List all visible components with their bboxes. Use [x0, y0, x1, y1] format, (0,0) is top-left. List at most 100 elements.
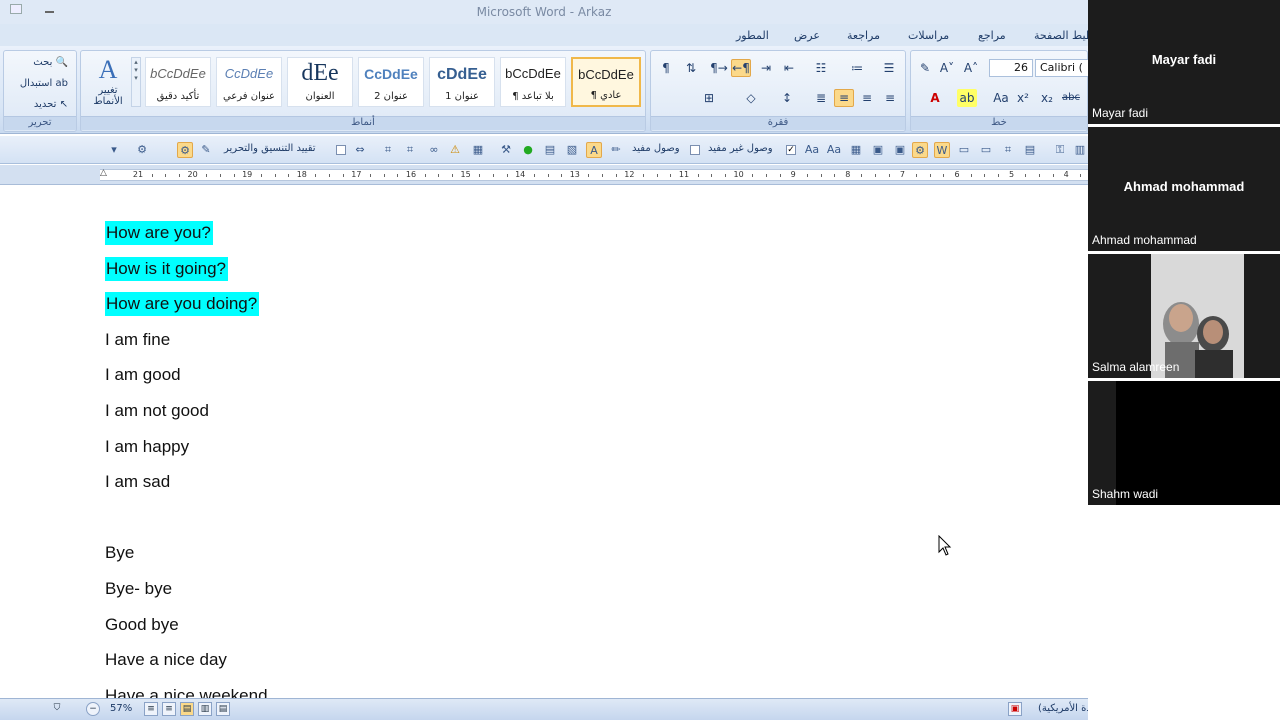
- word-icon[interactable]: W: [934, 142, 950, 158]
- text-line[interactable]: I am good: [105, 363, 181, 387]
- link-icon[interactable]: ∞: [426, 142, 442, 158]
- style-normal[interactable]: bCcDdEe ¶ عادي: [571, 57, 641, 107]
- style-subtle-emphasis[interactable]: bCcDdEe تأكيد دقيق: [145, 57, 211, 107]
- text-line[interactable]: Bye- bye: [105, 577, 172, 601]
- quick-style-icon[interactable]: ⚙: [134, 142, 150, 158]
- participant-tile[interactable]: Shahm wadi: [1088, 381, 1280, 505]
- protect-icon[interactable]: ✎: [198, 142, 214, 158]
- compare-icon[interactable]: ⇔: [352, 142, 368, 158]
- non-useful-link-label[interactable]: وصول غير مفيد: [708, 143, 773, 154]
- window-icon[interactable]: ▤: [1022, 142, 1038, 158]
- globe-icon[interactable]: ●: [520, 142, 536, 158]
- restrict-checkbox[interactable]: [336, 145, 346, 155]
- tab-view[interactable]: عرض: [794, 29, 820, 42]
- non-useful-link-checkbox[interactable]: ✓: [786, 145, 796, 155]
- font-aa2-icon[interactable]: Aa: [826, 142, 842, 158]
- grow-font-icon[interactable]: A˄: [961, 59, 981, 77]
- lock-icon[interactable]: ⚿: [1052, 142, 1068, 158]
- grid-icon[interactable]: ▦: [848, 142, 864, 158]
- doc-icon[interactable]: ▣: [870, 142, 886, 158]
- tab-mailings[interactable]: مراسلات: [908, 29, 949, 42]
- macro-icon[interactable]: ▣: [1008, 702, 1022, 716]
- font-size-field[interactable]: 26: [989, 59, 1033, 77]
- frame2-icon[interactable]: ⌗: [402, 142, 418, 158]
- center-icon[interactable]: ≡: [857, 89, 877, 107]
- style-no-spacing[interactable]: bCcDdEe ¶ بلا تباعد: [500, 57, 566, 107]
- text-line[interactable]: Bye: [105, 541, 134, 565]
- restrict-editing-label[interactable]: تقييد التنسيق والتحرير: [224, 143, 316, 154]
- font-name-field[interactable]: Calibri (: [1035, 59, 1091, 77]
- style-heading-1[interactable]: cDdEe عنوان 1: [429, 57, 495, 107]
- document-page[interactable]: How are you? How is it going? How are you …: [0, 186, 1088, 698]
- indent-marker-icon[interactable]: △: [100, 168, 107, 178]
- table-icon[interactable]: ▤: [542, 142, 558, 158]
- styles-scroll[interactable]: ▴ ▾ ▾: [131, 57, 141, 107]
- frame-icon[interactable]: ⌗: [380, 142, 396, 158]
- pencil-icon[interactable]: ✏: [608, 142, 624, 158]
- zoom-level[interactable]: 57%: [110, 703, 132, 714]
- justify-icon[interactable]: ≣: [811, 89, 831, 107]
- crop-icon[interactable]: ⌗: [1000, 142, 1016, 158]
- settings-icon[interactable]: ⚙: [912, 142, 928, 158]
- layout-icon[interactable]: ▭: [956, 142, 972, 158]
- layout2-icon[interactable]: ▭: [978, 142, 994, 158]
- text-line[interactable]: Good bye: [105, 613, 179, 637]
- highlight-icon[interactable]: ab: [957, 89, 977, 107]
- change-case-icon[interactable]: Aa: [991, 89, 1011, 107]
- text-effect-icon[interactable]: A: [586, 142, 602, 158]
- align-right-icon[interactable]: ≡: [834, 89, 854, 107]
- font-aa-icon[interactable]: Aa: [804, 142, 820, 158]
- line-spacing-icon[interactable]: ↕: [777, 89, 797, 107]
- highlighted-text-line[interactable]: How are you doing?: [105, 292, 260, 317]
- participant-tile[interactable]: Salma alamreen: [1088, 254, 1280, 378]
- text-line[interactable]: I am fine: [105, 328, 170, 352]
- subscript-icon[interactable]: x₂: [1037, 89, 1057, 107]
- rtl-icon[interactable]: ←¶: [731, 59, 751, 77]
- participant-tile[interactable]: Mayar fadi Mayar fadi: [1088, 0, 1280, 124]
- view-outline-icon[interactable]: ≡: [162, 702, 176, 716]
- bullets-icon[interactable]: ☰: [879, 59, 899, 77]
- highlighted-text-line[interactable]: How is it going?: [105, 256, 229, 281]
- select-button[interactable]: تحديد ↖: [34, 99, 68, 110]
- zoom-out-icon[interactable]: −: [86, 702, 100, 716]
- paste-icon[interactable]: ▥: [1072, 142, 1088, 158]
- clear-format-icon[interactable]: ✎: [915, 59, 935, 77]
- ltr-icon[interactable]: ¶→: [709, 59, 729, 77]
- toolbar-options-icon[interactable]: ▾: [106, 142, 122, 158]
- superscript-icon[interactable]: x²: [1013, 89, 1033, 107]
- text-line[interactable]: I am not good: [105, 399, 209, 423]
- find-button[interactable]: بحث 🔍: [33, 57, 68, 68]
- text-line[interactable]: I am happy: [105, 435, 189, 459]
- style-subtitle[interactable]: CcDdEe عنوان فرعي: [216, 57, 282, 107]
- style-title[interactable]: dEe العنوان: [287, 57, 353, 107]
- tab-references[interactable]: مراجع: [978, 29, 1006, 42]
- highlighted-text-line[interactable]: How are you?: [105, 221, 213, 245]
- borders-icon[interactable]: ⊞: [699, 89, 719, 107]
- view-reading-icon[interactable]: ▥: [198, 702, 212, 716]
- text-line[interactable]: Have a nice day: [105, 648, 227, 672]
- replace-button[interactable]: استبدال ab: [20, 78, 68, 89]
- decrease-indent-icon[interactable]: ⇤: [779, 59, 799, 77]
- align-left-icon[interactable]: ≡: [880, 89, 900, 107]
- strikethrough-icon[interactable]: abc: [1061, 89, 1081, 107]
- text-line[interactable]: Have a nice weekend: [105, 684, 268, 698]
- useful-link-checkbox[interactable]: [690, 145, 700, 155]
- sheet-icon[interactable]: ▦: [470, 142, 486, 158]
- tab-developer[interactable]: المطور: [736, 29, 769, 42]
- shading-icon[interactable]: ◇: [741, 89, 761, 107]
- numbering-icon[interactable]: ≔: [847, 59, 867, 77]
- view-web-icon[interactable]: ▤: [180, 702, 194, 716]
- research-icon[interactable]: ⚙: [177, 142, 193, 158]
- participant-tile[interactable]: Ahmad mohammad Ahmad mohammad: [1088, 127, 1280, 251]
- view-print-icon[interactable]: ▤: [216, 702, 230, 716]
- doc2-icon[interactable]: ▣: [892, 142, 908, 158]
- show-marks-icon[interactable]: ¶: [656, 59, 676, 77]
- change-styles-button[interactable]: A تغيير الأنماط: [85, 55, 131, 115]
- text-line[interactable]: I am sad: [105, 470, 170, 494]
- chart-icon[interactable]: ▧: [564, 142, 580, 158]
- view-draft-icon[interactable]: ≡: [144, 702, 158, 716]
- font-color-icon[interactable]: A: [925, 89, 945, 107]
- multilevel-list-icon[interactable]: ☷: [811, 59, 831, 77]
- warning-icon[interactable]: ⚠: [447, 142, 463, 158]
- shrink-font-icon[interactable]: A˅: [937, 59, 957, 77]
